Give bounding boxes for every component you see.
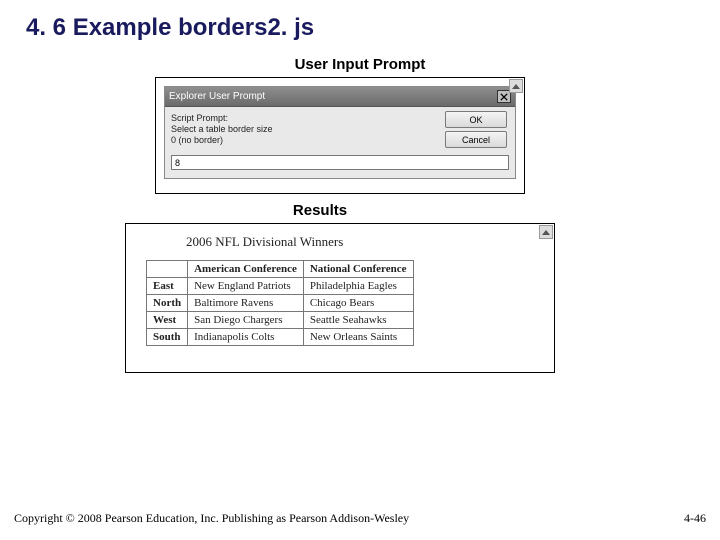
slide-footer: Copyright © 2008 Pearson Education, Inc.… (14, 511, 706, 526)
results-screenshot-frame: 2006 NFL Divisional Winners American Con… (125, 223, 555, 373)
ok-button[interactable]: OK (445, 111, 507, 128)
row-header: East (147, 278, 188, 295)
cell: Chicago Bears (303, 295, 413, 312)
cell: San Diego Chargers (188, 312, 304, 329)
header-national: National Conference (303, 261, 413, 278)
cell: New England Patriots (188, 278, 304, 295)
prompt-input[interactable] (171, 155, 509, 170)
cell: Philadelphia Eagles (303, 278, 413, 295)
table-row: South Indianapolis Colts New Orleans Sai… (147, 329, 414, 346)
dialog-title-text: Explorer User Prompt (169, 91, 265, 102)
user-prompt-dialog: Explorer User Prompt OK Cancel Script Pr… (164, 86, 516, 179)
cancel-button[interactable]: Cancel (445, 131, 507, 148)
cell: Indianapolis Colts (188, 329, 304, 346)
scroll-up-icon (539, 225, 553, 239)
row-header: West (147, 312, 188, 329)
cell: New Orleans Saints (303, 329, 413, 346)
header-blank (147, 261, 188, 278)
header-american: American Conference (188, 261, 304, 278)
close-icon (500, 93, 508, 101)
table-row: West San Diego Chargers Seattle Seahawks (147, 312, 414, 329)
results-table: American Conference National Conference … (146, 260, 414, 346)
section-label-prompt: User Input Prompt (155, 56, 525, 73)
dialog-body: OK Cancel Script Prompt: Select a table … (165, 107, 515, 178)
prompt-screenshot-frame: Explorer User Prompt OK Cancel Script Pr… (155, 77, 525, 194)
page-number: 4-46 (684, 511, 706, 526)
slide-title: 4. 6 Example borders2. js (0, 0, 720, 42)
table-header-row: American Conference National Conference (147, 261, 414, 278)
section-label-results: Results (0, 202, 680, 219)
scroll-up-icon (509, 79, 523, 93)
cell: Seattle Seahawks (303, 312, 413, 329)
results-caption: 2006 NFL Divisional Winners (186, 234, 536, 250)
cell: Baltimore Ravens (188, 295, 304, 312)
row-header: South (147, 329, 188, 346)
table-row: North Baltimore Ravens Chicago Bears (147, 295, 414, 312)
row-header: North (147, 295, 188, 312)
table-row: East New England Patriots Philadelphia E… (147, 278, 414, 295)
dialog-titlebar: Explorer User Prompt (165, 87, 515, 107)
copyright-text: Copyright © 2008 Pearson Education, Inc.… (14, 511, 409, 526)
